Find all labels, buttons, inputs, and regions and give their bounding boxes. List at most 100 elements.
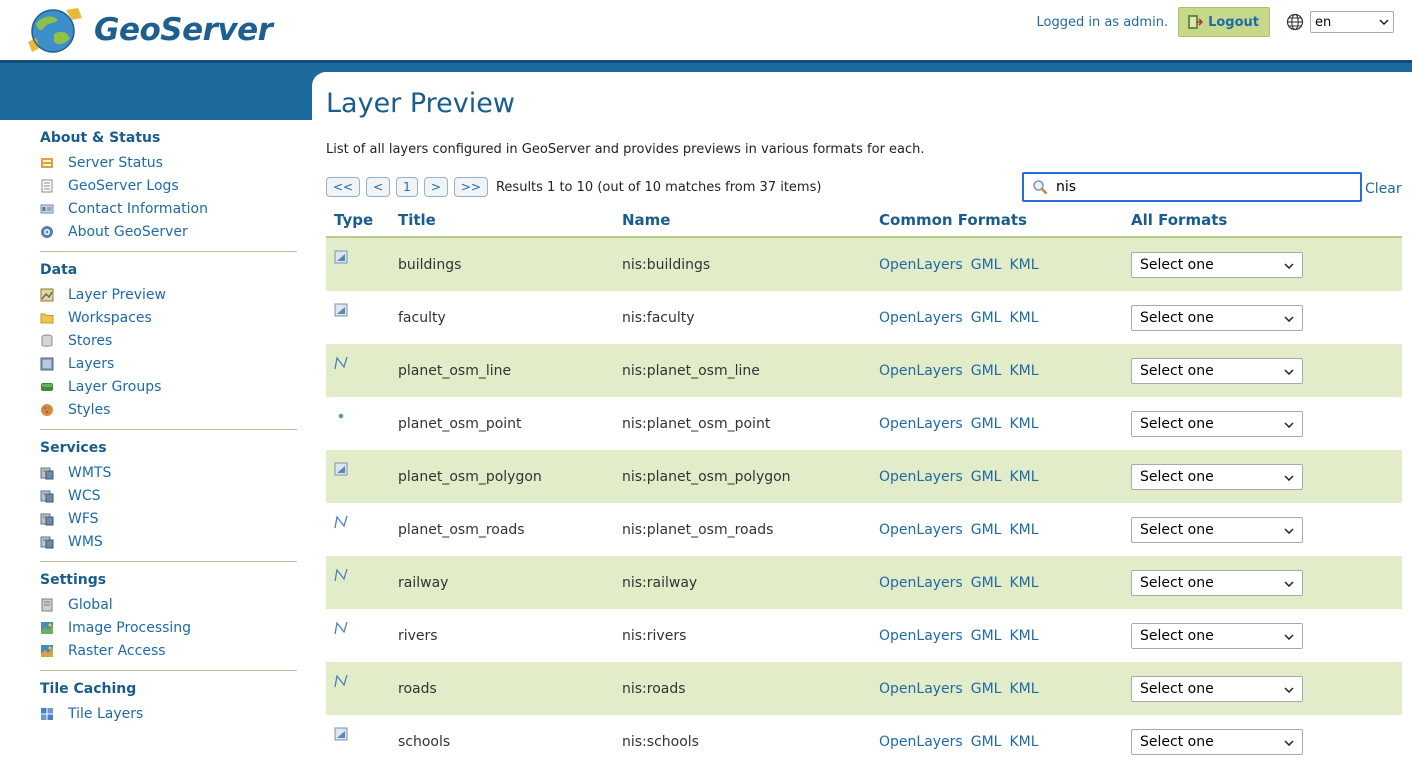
header-title[interactable]: Title xyxy=(398,211,622,229)
logs-icon xyxy=(40,179,54,193)
layer-title: rivers xyxy=(398,627,438,644)
format-link-kml[interactable]: KML xyxy=(1009,310,1038,326)
type-cell xyxy=(326,662,398,688)
format-link-gml[interactable]: GML xyxy=(971,310,1002,326)
format-select-value: Select one xyxy=(1140,733,1214,750)
chevron-down-icon xyxy=(1284,575,1294,591)
format-link-kml[interactable]: KML xyxy=(1009,575,1038,591)
layer-title: planet_osm_line xyxy=(398,362,512,379)
format-select[interactable]: Select one xyxy=(1131,569,1303,596)
format-link-kml[interactable]: KML xyxy=(1009,681,1038,697)
format-link-gml[interactable]: GML xyxy=(971,575,1002,591)
sidebar-section-title: Tile Caching xyxy=(40,681,137,697)
sidebar-item-image-processing[interactable]: Image Processing xyxy=(40,616,297,639)
pager-last-button[interactable]: >> xyxy=(453,177,488,197)
format-link-gml[interactable]: GML xyxy=(971,363,1002,379)
sidebar-item-server-status[interactable]: Server Status xyxy=(40,151,297,174)
layer-title: railway xyxy=(398,574,449,591)
sidebar-item-geoserver-logs[interactable]: GeoServer Logs xyxy=(40,174,297,197)
layer-name: nis:planet_osm_point xyxy=(622,415,771,432)
language-select[interactable]: en xyxy=(1310,11,1394,33)
format-link-gml[interactable]: GML xyxy=(971,257,1002,273)
sidebar-item-stores[interactable]: Stores xyxy=(40,329,297,352)
format-link-openlayers[interactable]: OpenLayers xyxy=(879,363,963,379)
format-link-kml[interactable]: KML xyxy=(1009,257,1038,273)
chevron-down-icon xyxy=(1284,522,1294,538)
format-link-gml[interactable]: GML xyxy=(971,681,1002,697)
format-select[interactable]: Select one xyxy=(1131,463,1303,490)
format-link-openlayers[interactable]: OpenLayers xyxy=(879,681,963,697)
format-select[interactable]: Select one xyxy=(1131,675,1303,702)
format-link-openlayers[interactable]: OpenLayers xyxy=(879,416,963,432)
format-select[interactable]: Select one xyxy=(1131,728,1303,755)
pager-prev-button[interactable]: < xyxy=(366,177,391,197)
sidebar-item-tile-layers[interactable]: Tile Layers xyxy=(40,702,297,725)
sidebar-item-layer-preview[interactable]: Layer Preview xyxy=(40,283,297,306)
chevron-down-icon xyxy=(1284,310,1294,326)
format-link-kml[interactable]: KML xyxy=(1009,628,1038,644)
format-select[interactable]: Select one xyxy=(1131,357,1303,384)
sidebar-item-wms[interactable]: WMS xyxy=(40,530,297,553)
geoserver-logo[interactable]: GeoServer xyxy=(26,4,326,56)
table-row: planet_osm_roads nis:planet_osm_roads Open… xyxy=(326,503,1402,556)
sidebar-item-about-geoserver[interactable]: About GeoServer xyxy=(40,220,297,243)
chevron-down-icon xyxy=(1284,363,1294,379)
format-select-value: Select one xyxy=(1140,574,1214,591)
layer-title: faculty xyxy=(398,309,446,326)
format-select[interactable]: Select one xyxy=(1131,622,1303,649)
format-link-openlayers[interactable]: OpenLayers xyxy=(879,522,963,538)
sidebar-item-wfs[interactable]: WFS xyxy=(40,507,297,530)
sidebar-item-global[interactable]: Global xyxy=(40,593,297,616)
chevron-down-icon xyxy=(1284,681,1294,697)
sidebar-item-styles[interactable]: Styles xyxy=(40,398,297,421)
sidebar-item-layer-groups[interactable]: Layer Groups xyxy=(40,375,297,398)
format-link-openlayers[interactable]: OpenLayers xyxy=(879,575,963,591)
sidebar-item-workspaces[interactable]: Workspaces xyxy=(40,306,297,329)
pager-first-button[interactable]: << xyxy=(326,177,361,197)
sidebar-section-title: Services xyxy=(40,440,107,456)
type-cell xyxy=(326,397,398,423)
format-link-gml[interactable]: GML xyxy=(971,734,1002,750)
header-type[interactable]: Type xyxy=(326,211,398,229)
format-link-kml[interactable]: KML xyxy=(1009,734,1038,750)
page-description: List of all layers configured in GeoServ… xyxy=(326,142,925,157)
sidebar-item-contact-information[interactable]: Contact Information xyxy=(40,197,297,220)
search-input[interactable]: nis xyxy=(1022,172,1362,202)
all-formats-cell: Select one xyxy=(1131,728,1401,755)
common-formats-cell: OpenLayers GML KML xyxy=(879,734,1131,750)
sidebar-item-wmts[interactable]: WMTS xyxy=(40,461,297,484)
format-select[interactable]: Select one xyxy=(1131,251,1303,278)
sidebar-item-layers[interactable]: Layers xyxy=(40,352,297,375)
format-link-gml[interactable]: GML xyxy=(971,628,1002,644)
header-name[interactable]: Name xyxy=(622,211,879,229)
common-formats-cell: OpenLayers GML KML xyxy=(879,469,1131,485)
logout-button[interactable]: Logout xyxy=(1178,7,1270,37)
format-link-gml[interactable]: GML xyxy=(971,469,1002,485)
pager-next-button[interactable]: > xyxy=(423,177,448,197)
sidebar-item-wcs[interactable]: WCS xyxy=(40,484,297,507)
format-select-value: Select one xyxy=(1140,680,1214,697)
format-link-kml[interactable]: KML xyxy=(1009,363,1038,379)
format-select[interactable]: Select one xyxy=(1131,410,1303,437)
format-link-openlayers[interactable]: OpenLayers xyxy=(879,257,963,273)
format-link-openlayers[interactable]: OpenLayers xyxy=(879,469,963,485)
common-formats-cell: OpenLayers GML KML xyxy=(879,681,1131,697)
clear-search-link[interactable]: Clear xyxy=(1365,181,1402,197)
format-link-gml[interactable]: GML xyxy=(971,416,1002,432)
format-link-openlayers[interactable]: OpenLayers xyxy=(879,628,963,644)
format-link-kml[interactable]: KML xyxy=(1009,469,1038,485)
format-select[interactable]: Select one xyxy=(1131,304,1303,331)
layers-icon xyxy=(40,357,54,371)
sidebar-item-label: Image Processing xyxy=(68,619,192,636)
layer-name: nis:rivers xyxy=(622,627,687,644)
sidebar-item-raster-access[interactable]: Raster Access xyxy=(40,639,297,662)
format-select[interactable]: Select one xyxy=(1131,516,1303,543)
format-link-kml[interactable]: KML xyxy=(1009,416,1038,432)
format-link-openlayers[interactable]: OpenLayers xyxy=(879,734,963,750)
pager-page-1-button[interactable]: 1 xyxy=(396,177,418,197)
sidebar-section: Services WMTS WCS WFS WMS xyxy=(40,440,297,562)
format-link-openlayers[interactable]: OpenLayers xyxy=(879,310,963,326)
format-link-gml[interactable]: GML xyxy=(971,522,1002,538)
format-link-kml[interactable]: KML xyxy=(1009,522,1038,538)
all-formats-cell: Select one xyxy=(1131,410,1401,437)
